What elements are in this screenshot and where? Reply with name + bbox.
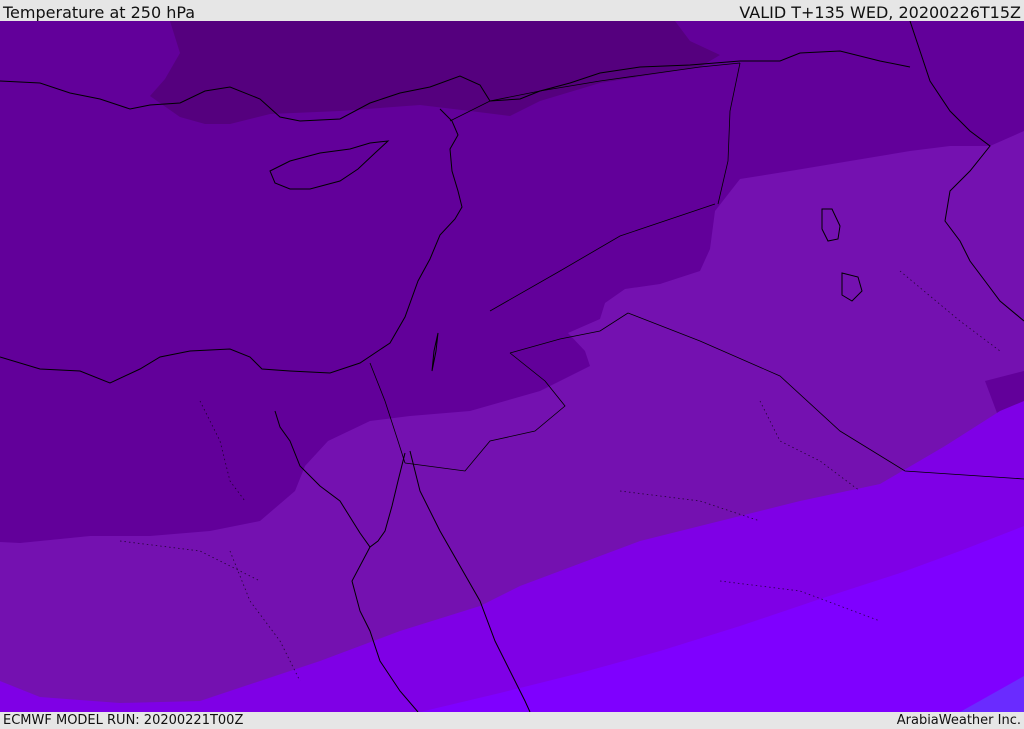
credit: ArabiaWeather Inc. (896, 713, 1021, 728)
map-header: Temperature at 250 hPa VALID T+135 WED, … (0, 0, 1024, 22)
model-run: ECMWF MODEL RUN: 20200221T00Z (3, 713, 244, 728)
map-footer: ECMWF MODEL RUN: 20200221T00Z ArabiaWeat… (0, 712, 1024, 729)
temperature-map (0, 21, 1024, 712)
valid-time: VALID T+135 WED, 20200226T15Z (739, 3, 1021, 22)
map-title: Temperature at 250 hPa (3, 3, 196, 22)
